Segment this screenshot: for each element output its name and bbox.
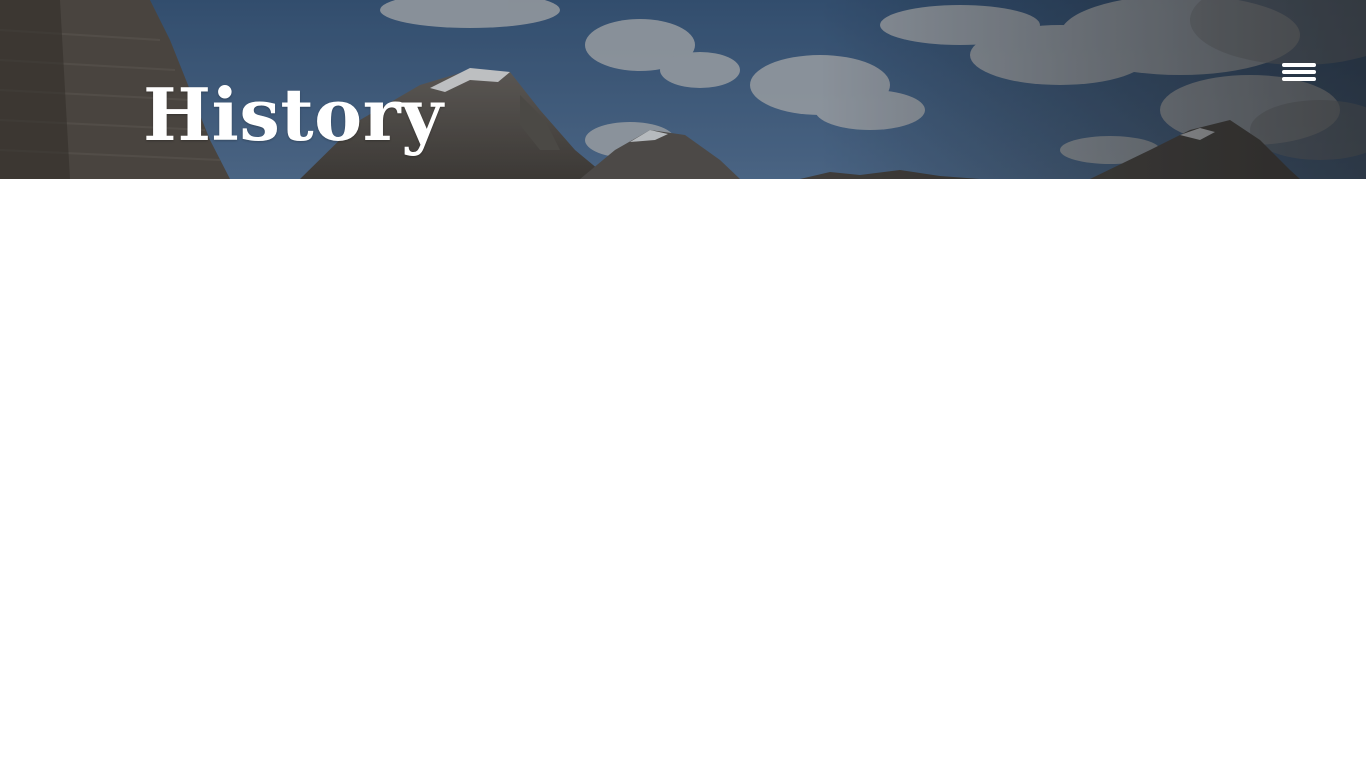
page-title: History (143, 72, 444, 157)
main-content (0, 179, 1366, 768)
hero-banner: History (0, 0, 1366, 179)
menu-button[interactable] (1280, 59, 1318, 85)
